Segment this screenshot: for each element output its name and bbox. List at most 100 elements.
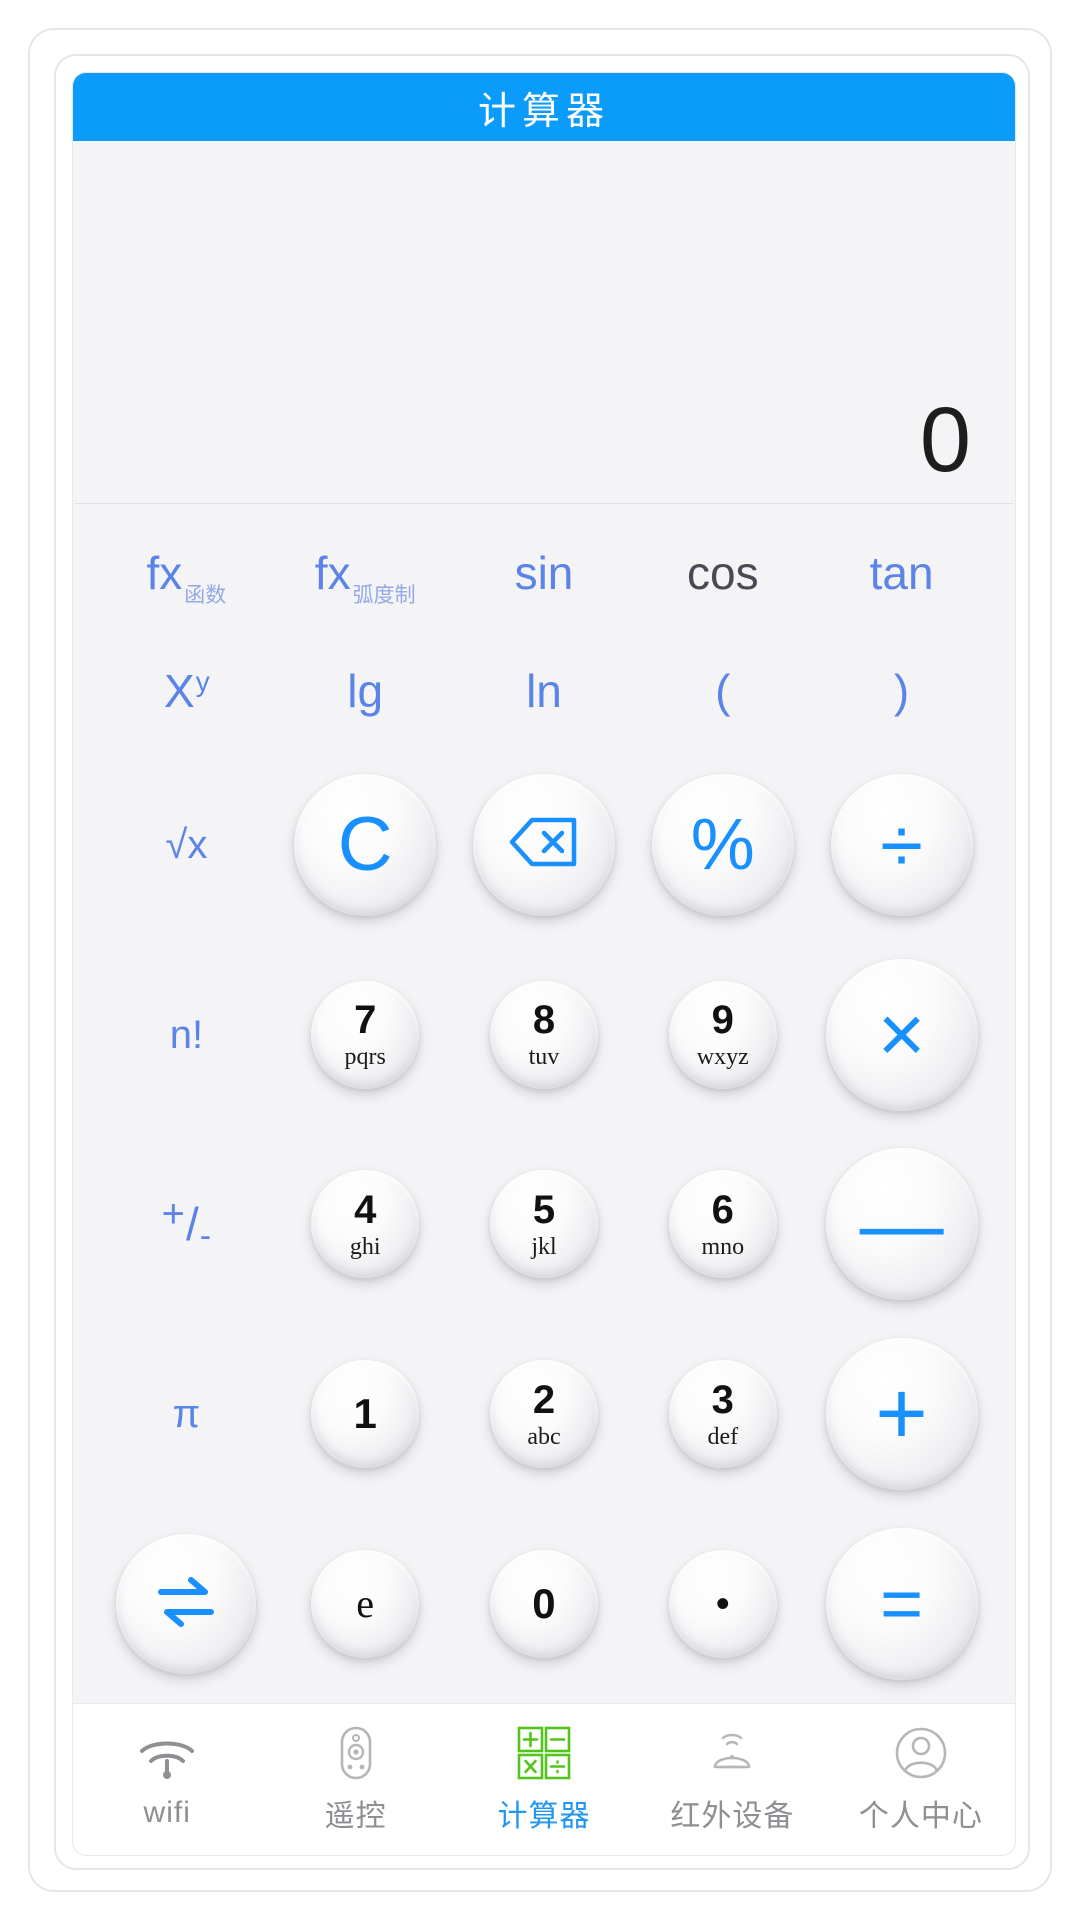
- key-plus[interactable]: +: [825, 1338, 978, 1491]
- keypad-row-clear: √x C % ÷: [97, 750, 991, 940]
- key-2[interactable]: 2 abc: [489, 1360, 598, 1469]
- nav-item-wifi[interactable]: wifi: [73, 1704, 261, 1855]
- key-divide-label: ÷: [880, 800, 923, 889]
- key-equals-label: =: [879, 1562, 924, 1646]
- swap-arrows-icon: [155, 1575, 217, 1634]
- bottom-navigation: wifi 遥控 计算器 红外设备 个人中心: [73, 1703, 1015, 1855]
- calculator-icon: [517, 1725, 571, 1781]
- key-equals[interactable]: =: [825, 1528, 978, 1681]
- key-7-digit: 7: [354, 998, 377, 1043]
- nav-item-remote-label: 遥控: [324, 1799, 387, 1833]
- keypad-row-789: n! 7 pqrs 8 tuv 9 wxyz ×: [97, 940, 991, 1130]
- key-multiply-label: ×: [877, 988, 926, 1080]
- key-percent-label: %: [690, 804, 755, 885]
- device-frame-outer: 计算器 0 fx 函数 fx 弧度制 sin cos tan X y lg ln…: [28, 28, 1052, 1892]
- remote-icon: [339, 1725, 373, 1781]
- key-tan-label: tan: [869, 547, 934, 599]
- key-decimal-label: •: [715, 1582, 730, 1627]
- key-ln[interactable]: ln: [455, 632, 634, 750]
- key-power-label: X: [164, 665, 195, 717]
- keypad-row-456: + / - 4 ghi 5 jkl 6 mno —: [97, 1130, 991, 1320]
- key-0[interactable]: 0: [489, 1550, 598, 1659]
- keypad-row-advanced: Xy lg ln ( ): [97, 632, 991, 750]
- key-pi[interactable]: π: [97, 1319, 276, 1509]
- infrared-icon: [703, 1725, 761, 1781]
- key-2-letters: abc: [527, 1423, 561, 1450]
- key-sqrt[interactable]: √x: [97, 750, 276, 940]
- key-function-label: fx: [146, 547, 183, 599]
- key-5-digit: 5: [532, 1187, 556, 1232]
- key-6[interactable]: 6 mno: [668, 1170, 777, 1279]
- key-9-letters: wxyz: [696, 1044, 749, 1071]
- key-cos[interactable]: cos: [633, 514, 812, 632]
- key-factorial-label: n!: [169, 1012, 204, 1057]
- key-percent[interactable]: %: [651, 773, 794, 916]
- key-function-sublabel: 函数: [184, 584, 227, 607]
- key-divide[interactable]: ÷: [830, 773, 973, 916]
- nav-item-remote[interactable]: 遥控: [261, 1704, 449, 1855]
- key-5[interactable]: 5 jkl: [489, 1170, 598, 1279]
- key-plus-label: +: [875, 1364, 928, 1465]
- key-minus[interactable]: —: [825, 1148, 978, 1301]
- key-4[interactable]: 4 ghi: [311, 1170, 420, 1279]
- key-plusminus-slash: /: [186, 1198, 199, 1251]
- key-4-digit: 4: [354, 1187, 377, 1232]
- key-paren-close-label: ): [893, 665, 910, 717]
- key-1[interactable]: 1: [311, 1360, 420, 1469]
- display-value: 0: [919, 389, 971, 492]
- nav-item-profile[interactable]: 个人中心: [827, 1704, 1015, 1855]
- key-8-digit: 8: [532, 998, 556, 1043]
- device-frame-inner: 计算器 0 fx 函数 fx 弧度制 sin cos tan X y lg ln…: [54, 54, 1030, 1870]
- key-2-digit: 2: [532, 1377, 556, 1422]
- key-log10-label: lg: [347, 665, 384, 717]
- key-plusminus-minus: -: [199, 1217, 212, 1256]
- user-icon: [894, 1725, 948, 1781]
- key-function[interactable]: fx 函数: [97, 514, 276, 632]
- keypad-row-123: π 1 2 abc 3 def +: [97, 1319, 991, 1509]
- key-9-digit: 9: [711, 998, 734, 1043]
- nav-item-wifi-label: wifi: [143, 1795, 191, 1829]
- key-3-digit: 3: [711, 1377, 734, 1422]
- key-pi-label: π: [172, 1392, 201, 1437]
- key-clear-label: C: [337, 801, 393, 887]
- calculator-display: 0: [73, 141, 1015, 503]
- key-minus-label: —: [859, 1177, 944, 1272]
- key-paren-close[interactable]: ): [812, 632, 991, 750]
- wifi-icon: [138, 1730, 196, 1786]
- key-sqrt-label: √x: [165, 822, 208, 867]
- key-factorial[interactable]: n!: [97, 940, 276, 1130]
- key-tan[interactable]: tan: [812, 514, 991, 632]
- key-power-exponent: y: [195, 666, 210, 697]
- key-power[interactable]: Xy: [97, 632, 276, 750]
- keypad-row-bottom: e 0 • =: [97, 1509, 991, 1699]
- calculator-app: 计算器 0 fx 函数 fx 弧度制 sin cos tan X y lg ln…: [72, 72, 1016, 1856]
- key-clear[interactable]: C: [294, 773, 437, 916]
- key-sin[interactable]: sin: [455, 514, 634, 632]
- key-log10[interactable]: lg: [276, 632, 455, 750]
- key-plusminus[interactable]: + / -: [97, 1130, 276, 1320]
- key-multiply[interactable]: ×: [825, 958, 978, 1111]
- key-radian[interactable]: fx 弧度制: [276, 514, 455, 632]
- key-paren-open[interactable]: (: [633, 632, 812, 750]
- key-radian-label: fx: [314, 547, 351, 599]
- key-7[interactable]: 7 pqrs: [311, 980, 420, 1089]
- key-decimal[interactable]: •: [668, 1550, 777, 1659]
- key-8[interactable]: 8 tuv: [489, 980, 598, 1089]
- key-paren-open-label: (: [715, 665, 731, 717]
- key-swap[interactable]: [116, 1534, 257, 1675]
- key-5-letters: jkl: [531, 1233, 557, 1260]
- key-backspace[interactable]: [472, 773, 615, 916]
- key-6-digit: 6: [711, 1187, 734, 1232]
- key-radian-sublabel: 弧度制: [352, 584, 416, 607]
- key-3[interactable]: 3 def: [668, 1360, 777, 1469]
- key-3-letters: def: [707, 1423, 739, 1450]
- nav-item-infrared[interactable]: 红外设备: [638, 1704, 826, 1855]
- key-9[interactable]: 9 wxyz: [668, 980, 777, 1089]
- key-plusminus-plus: +: [161, 1192, 186, 1237]
- key-ln-label: ln: [526, 665, 562, 717]
- key-sin-label: sin: [514, 547, 574, 599]
- nav-item-calculator[interactable]: 计算器: [450, 1704, 638, 1855]
- key-euler[interactable]: e: [311, 1550, 420, 1659]
- key-cos-label: cos: [686, 547, 759, 599]
- key-8-letters: tuv: [528, 1044, 560, 1071]
